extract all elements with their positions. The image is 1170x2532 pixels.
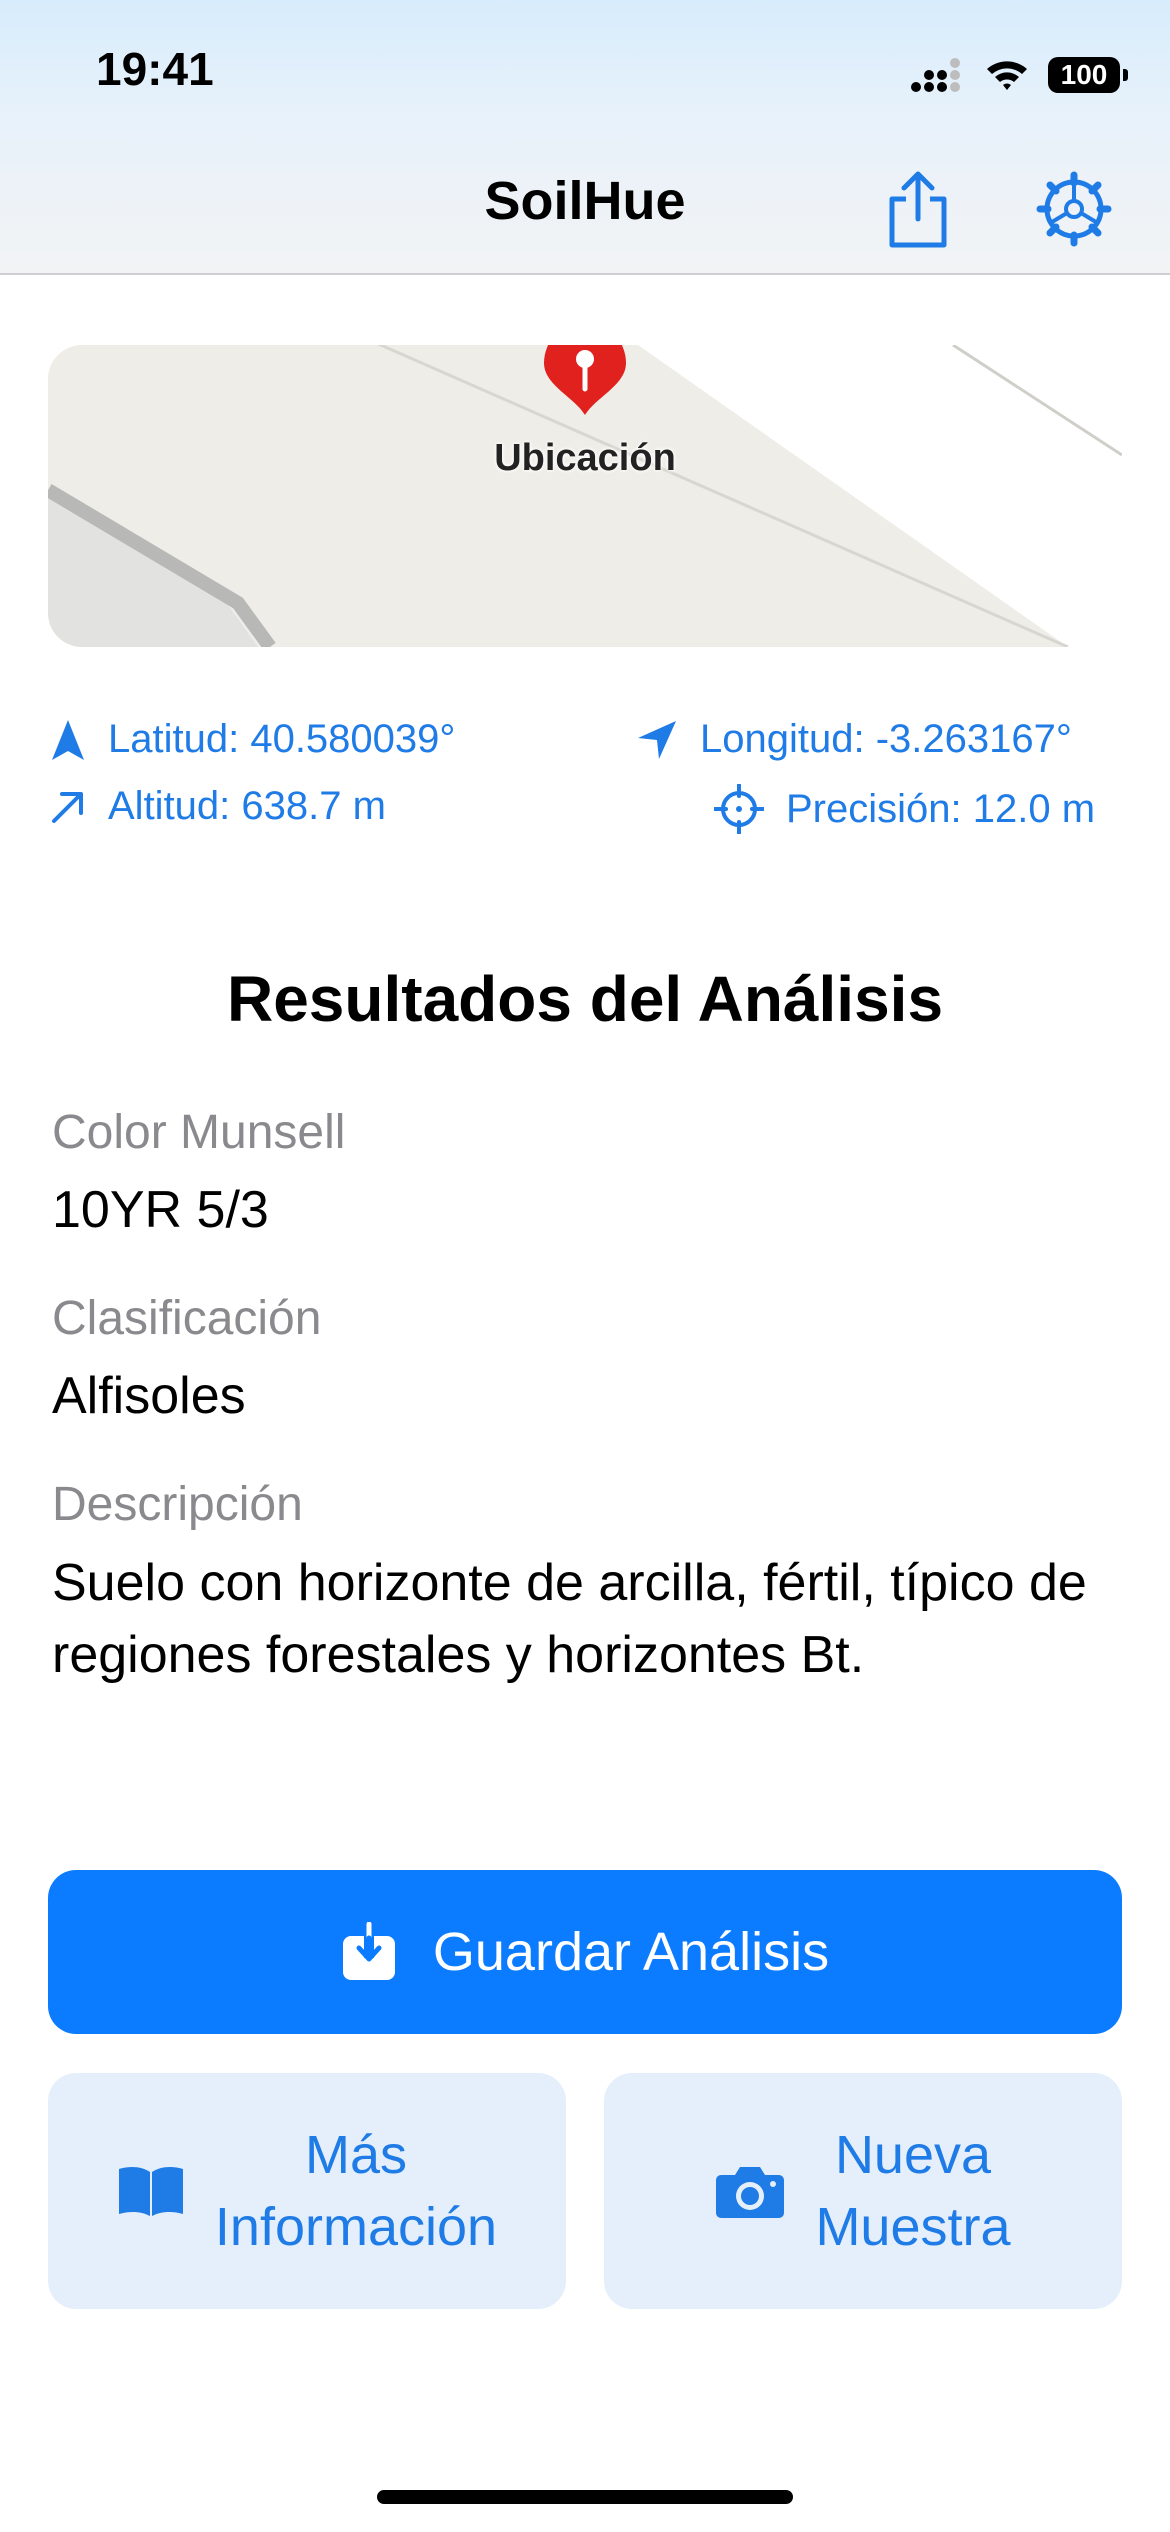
save-analysis-label: Guardar Análisis — [432, 1922, 830, 1982]
arrow-up-right-icon — [52, 791, 83, 823]
more-info-button[interactable]: Más Información — [48, 2073, 566, 2309]
latitude-row: Latitud: 40.580039° — [50, 717, 455, 762]
new-sample-button[interactable]: Nueva Muestra — [604, 2073, 1122, 2309]
share-button[interactable] — [880, 166, 956, 252]
munsell-value: 10YR 5/3 — [52, 1181, 269, 1239]
page-title: SoilHue — [484, 171, 686, 231]
location-map[interactable]: Ubicación — [48, 345, 1122, 647]
more-info-label: Más Información — [214, 2125, 498, 2257]
altitude-row: Altitud: 638.7 m — [50, 784, 386, 829]
classification-value: Alfisoles — [52, 1367, 246, 1425]
description-value: Suelo con horizonte de arcilla, fértil, … — [52, 1554, 1087, 1684]
location-arrow-icon — [638, 720, 676, 759]
book-icon — [118, 2167, 183, 2216]
status-time: 19:41 — [96, 43, 214, 95]
precision-row: Precisión: 12.0 m — [714, 784, 1095, 834]
gear-icon — [1036, 171, 1112, 247]
crosshair-icon — [714, 784, 764, 834]
altitude-value: Altitud: 638.7 m — [108, 784, 386, 828]
longitude-row: Longitud: -3.263167° — [636, 717, 1072, 762]
description-label: Descripción — [52, 1478, 303, 1531]
save-analysis-button[interactable]: Guardar Análisis — [48, 1870, 1122, 2034]
wifi-icon — [987, 61, 1027, 90]
camera-icon — [716, 2167, 785, 2218]
munsell-label: Color Munsell — [52, 1106, 346, 1159]
classification-label: Clasificación — [52, 1292, 322, 1345]
status-icons: 100 — [910, 50, 1128, 100]
pin-label: Ubicación — [494, 437, 676, 479]
precision-value: Precisión: 12.0 m — [786, 786, 1096, 831]
location-pin-icon — [544, 345, 626, 415]
longitude-value: Longitud: -3.263167° — [700, 717, 1072, 761]
results-title: Resultados del Análisis — [226, 963, 944, 1035]
home-indicator[interactable] — [377, 2490, 793, 2504]
latitude-value: Latitud: 40.580039° — [108, 717, 456, 761]
cellular-signal-icon — [911, 58, 960, 92]
navigation-arrow-icon — [52, 719, 84, 760]
new-sample-label: Nueva Muestra — [815, 2125, 1011, 2257]
settings-button[interactable] — [1036, 166, 1112, 252]
share-icon — [889, 171, 947, 248]
tray-download-icon — [342, 1922, 395, 1980]
battery-icon: 100 — [1048, 57, 1128, 93]
battery-level: 100 — [1060, 59, 1108, 90]
